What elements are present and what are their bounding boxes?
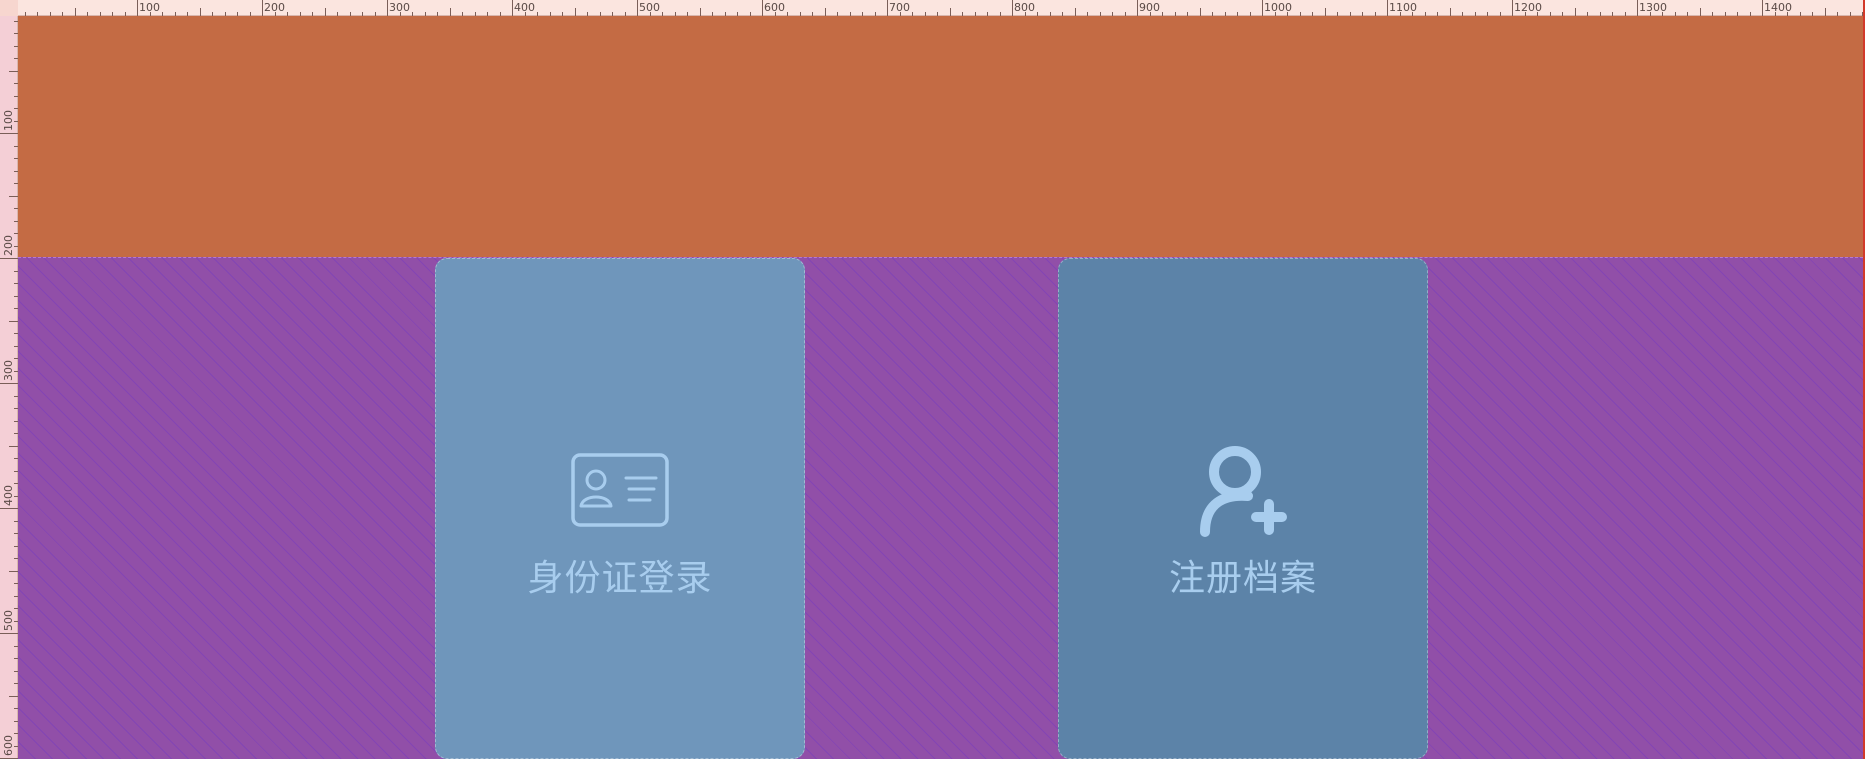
ruler-label: 1300 [1639, 1, 1667, 14]
ruler-label: 500 [2, 610, 15, 631]
horizontal-ruler: 100 200 300 400 500 600 700 800 900 1000 1100 1200 1… [0, 0, 1865, 16]
ruler-label: 700 [889, 1, 910, 14]
ruler-label: 300 [2, 360, 15, 381]
ruler-label: 800 [1014, 1, 1035, 14]
ruler-label: 600 [2, 735, 15, 756]
ruler-label: 500 [639, 1, 660, 14]
user-add-icon [1188, 435, 1298, 545]
id-card-icon [565, 435, 675, 545]
id-card-login-button[interactable]: 身份证登录 [435, 258, 805, 759]
ruler-label: 1100 [1389, 1, 1417, 14]
ruler-label: 900 [1139, 1, 1160, 14]
ruler-label: 1000 [1264, 1, 1292, 14]
ruler-label: 100 [139, 1, 160, 14]
vertical-ruler-ticks: 100 200 300 400 500 600 [0, 16, 18, 759]
horizontal-ruler-ticks: 100 200 300 400 500 600 700 800 900 1000 1100 1200 1… [0, 0, 1865, 16]
register-archive-button[interactable]: 注册档案 [1058, 258, 1428, 759]
ruler-label: 400 [2, 485, 15, 506]
content-area [18, 257, 1863, 759]
ruler-label: 100 [2, 110, 15, 131]
ruler-label: 300 [389, 1, 410, 14]
header-banner [18, 16, 1863, 257]
register-archive-label: 注册档案 [1168, 558, 1317, 599]
id-card-login-label: 身份证登录 [527, 558, 713, 599]
ruler-label: 200 [2, 235, 15, 256]
vertical-ruler: 100 200 300 400 500 600 [0, 16, 18, 759]
ruler-label: 400 [514, 1, 535, 14]
page: 100 200 300 400 500 600 700 800 900 1000 1100 1200 1… [0, 0, 1865, 759]
ruler-corner [0, 0, 18, 16]
ruler-label: 600 [764, 1, 785, 14]
ruler-label: 200 [264, 1, 285, 14]
ruler-label: 1400 [1764, 1, 1792, 14]
ruler-label: 1200 [1514, 1, 1542, 14]
